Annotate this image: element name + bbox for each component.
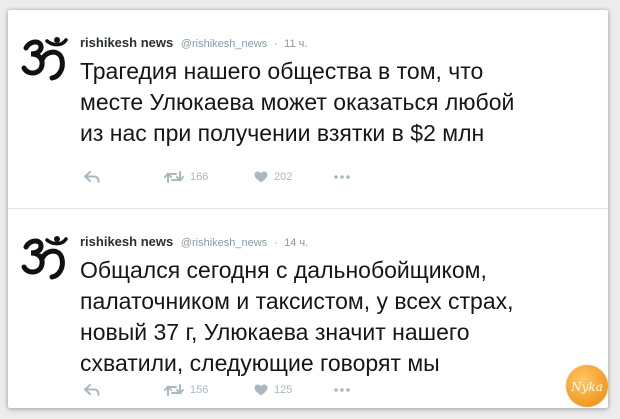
like-button[interactable]: 125 bbox=[254, 384, 334, 396]
tweet-text-line: палаточником и таксистом, у всех страх, bbox=[80, 288, 514, 314]
like-count: 125 bbox=[274, 384, 293, 396]
more-dots-icon bbox=[334, 175, 350, 179]
author-handle[interactable]: @rishikesh_news bbox=[181, 38, 267, 50]
more-button[interactable] bbox=[334, 175, 350, 179]
tweet-text-line: схватили, следующие говорят мы bbox=[80, 350, 440, 376]
tweet-header: rishikesh news @rishikesh_news · 14 ч. bbox=[80, 234, 308, 249]
om-symbol-icon bbox=[21, 37, 68, 81]
reply-button[interactable] bbox=[84, 171, 164, 183]
more-button[interactable] bbox=[334, 388, 350, 392]
author-handle[interactable]: @rishikesh_news bbox=[181, 237, 267, 249]
retweet-count: 166 bbox=[190, 171, 209, 183]
watermark-logo: Nyka bbox=[566, 365, 608, 407]
avatar[interactable] bbox=[20, 36, 72, 82]
avatar[interactable] bbox=[20, 235, 72, 281]
tweet-text: Трагедия нашего общества в том, что мест… bbox=[80, 56, 600, 149]
author-name[interactable]: rishikesh news bbox=[80, 35, 173, 50]
heart-icon bbox=[254, 171, 268, 183]
more-dots-icon bbox=[334, 388, 350, 392]
retweet-button[interactable]: 166 bbox=[164, 171, 254, 183]
retweet-icon bbox=[164, 384, 184, 396]
reply-arrow-icon bbox=[84, 384, 100, 396]
retweet-count: 156 bbox=[190, 384, 209, 396]
tweet-text-line: новый 37 г, Улюкаева значит нашего bbox=[80, 319, 470, 345]
author-name[interactable]: rishikesh news bbox=[80, 234, 173, 249]
tweet-text-line: месте Улюкаева может оказаться любой bbox=[80, 89, 515, 115]
retweet-icon bbox=[164, 171, 184, 183]
like-count: 202 bbox=[274, 171, 293, 183]
reply-button[interactable] bbox=[84, 384, 164, 396]
meta-separator: · bbox=[273, 38, 278, 50]
tweet-header: rishikesh news @rishikesh_news · 11 ч. bbox=[80, 35, 307, 50]
tweet[interactable]: rishikesh news @rishikesh_news · 14 ч. О… bbox=[8, 209, 608, 408]
tweet-actions: 156 125 bbox=[84, 381, 350, 399]
tweet-text: Общался сегодня с дальнобойщиком, палато… bbox=[80, 255, 600, 379]
tweet-actions: 166 202 bbox=[84, 168, 350, 186]
tweet-text-line: из нас при получении взятки в $2 млн bbox=[80, 120, 485, 146]
tweet-text-line: Трагедия нашего общества в том, что bbox=[80, 58, 484, 84]
om-symbol-icon bbox=[21, 236, 68, 280]
like-button[interactable]: 202 bbox=[254, 171, 334, 183]
tweets-card: rishikesh news @rishikesh_news · 11 ч. Т… bbox=[8, 10, 608, 408]
tweet-time[interactable]: 14 ч. bbox=[284, 237, 308, 249]
tweet-text-line: Общался сегодня с дальнобойщиком, bbox=[80, 257, 487, 283]
watermark-logo-icon: Nyka bbox=[570, 380, 603, 394]
heart-icon bbox=[254, 384, 268, 396]
reply-arrow-icon bbox=[84, 171, 100, 183]
watermark-text: Nyka bbox=[570, 380, 603, 394]
meta-separator: · bbox=[273, 237, 278, 249]
tweet-time[interactable]: 11 ч. bbox=[284, 38, 307, 50]
retweet-button[interactable]: 156 bbox=[164, 384, 254, 396]
tweet[interactable]: rishikesh news @rishikesh_news · 11 ч. Т… bbox=[8, 10, 608, 208]
